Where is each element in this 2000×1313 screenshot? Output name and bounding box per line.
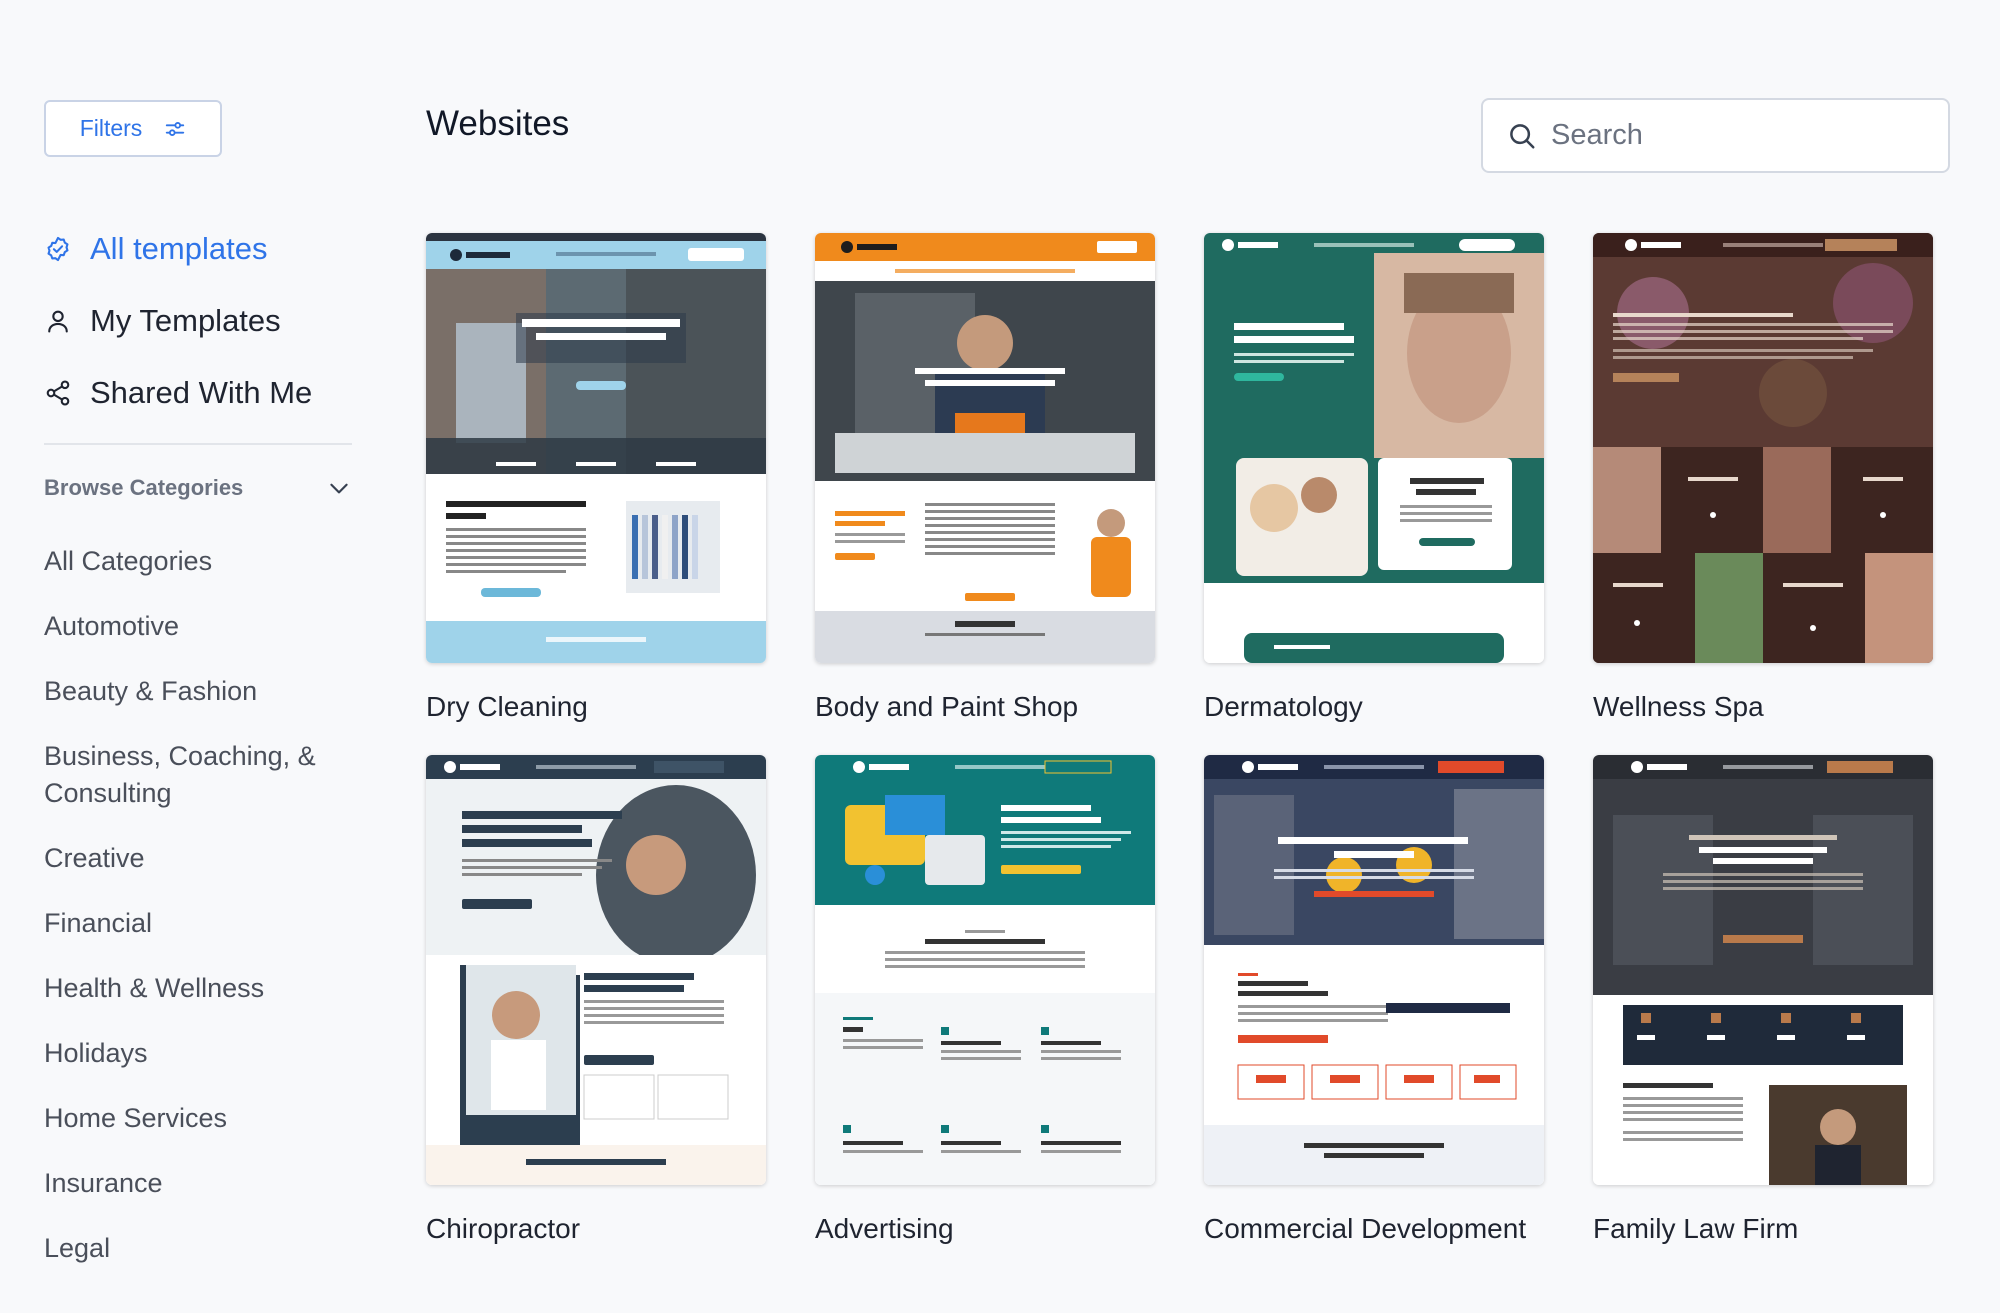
category-item[interactable]: Insurance <box>44 1165 344 1202</box>
check-circle-icon <box>47 236 69 262</box>
category-item[interactable]: Health & Wellness <box>44 970 344 1007</box>
nav-shared-with-me[interactable]: Shared With Me <box>44 371 354 415</box>
category-item[interactable]: Holidays <box>44 1035 344 1072</box>
template-name: Dermatology <box>1204 691 1363 722</box>
share-icon <box>46 380 70 406</box>
category-item[interactable]: Home Services <box>44 1100 344 1137</box>
template-name: Body and Paint Shop <box>815 691 1079 722</box>
search-box[interactable] <box>1481 98 1950 173</box>
chevron-down-icon <box>330 483 348 494</box>
template-name: Advertising <box>815 1213 954 1244</box>
template-card[interactable]: Body and Paint Shop <box>815 233 1155 727</box>
template-thumbnail[interactable] <box>1593 755 1933 1185</box>
template-preview-image <box>1204 233 1544 663</box>
category-item[interactable]: Automotive <box>44 608 344 645</box>
template-thumbnail[interactable] <box>1204 233 1544 663</box>
template-name: Family Law Firm <box>1593 1213 1799 1244</box>
template-thumbnail[interactable] <box>815 233 1155 663</box>
nav-all-templates[interactable]: All templates <box>44 227 354 271</box>
template-name: Wellness Spa <box>1593 691 1764 722</box>
template-thumbnail[interactable] <box>1593 233 1933 663</box>
browse-categories-label: Browse Categories <box>44 475 244 500</box>
browse-categories-toggle[interactable]: Browse Categories <box>44 475 352 501</box>
category-item[interactable]: Legal <box>44 1230 344 1267</box>
template-card[interactable]: Advertising <box>815 755 1155 1249</box>
template-preview-image <box>426 233 766 663</box>
nav-label: All templates <box>90 231 268 266</box>
filters-label: Filters <box>79 115 143 141</box>
template-preview-image <box>815 233 1155 663</box>
template-preview-image <box>1204 755 1544 1185</box>
template-card[interactable]: Dermatology <box>1204 233 1544 727</box>
search-input[interactable] <box>1551 119 1931 152</box>
template-card[interactable]: Chiropractor <box>426 755 766 1249</box>
nav-label: Shared With Me <box>90 375 313 410</box>
sliders-icon <box>166 121 185 136</box>
filters-button[interactable]: Filters <box>44 100 222 157</box>
template-thumbnail[interactable] <box>426 233 766 663</box>
category-list: All Categories Automotive Beauty & Fashi… <box>44 543 354 1267</box>
category-item[interactable]: Financial <box>44 905 344 942</box>
category-item[interactable]: All Categories <box>44 543 344 580</box>
search-icon <box>1510 123 1535 148</box>
template-name: Dry Cleaning <box>426 691 588 722</box>
sidebar-divider <box>44 443 352 445</box>
sidebar: Filters All templates My Templates Share… <box>44 100 354 1295</box>
template-preview-image <box>1593 233 1933 663</box>
user-icon <box>48 310 68 333</box>
template-card[interactable]: Commercial Development <box>1204 755 1544 1249</box>
template-thumbnail[interactable] <box>426 755 766 1185</box>
template-preview-image <box>1593 755 1933 1185</box>
category-item[interactable]: Creative <box>44 840 344 877</box>
template-preview-image <box>426 755 766 1185</box>
template-preview-image <box>815 755 1155 1185</box>
template-card[interactable]: Dry Cleaning <box>426 233 766 727</box>
template-card[interactable]: Family Law Firm <box>1593 755 1933 1249</box>
template-nav: All templates My Templates Shared With M… <box>44 227 354 415</box>
template-name: Commercial Development <box>1204 1213 1527 1244</box>
nav-my-templates[interactable]: My Templates <box>44 299 354 343</box>
category-item[interactable]: Beauty & Fashion <box>44 673 344 710</box>
page-title: Websites <box>426 104 570 143</box>
template-thumbnail[interactable] <box>815 755 1155 1185</box>
category-item[interactable]: Business, Coaching, & Consulting <box>44 738 344 812</box>
nav-label: My Templates <box>90 303 281 338</box>
template-thumbnail[interactable] <box>1204 755 1544 1185</box>
template-card[interactable]: Wellness Spa <box>1593 233 1933 727</box>
template-grid: Dry Cleaning Body and Paint Shop Dermato… <box>426 233 1933 1249</box>
template-name: Chiropractor <box>426 1213 581 1244</box>
